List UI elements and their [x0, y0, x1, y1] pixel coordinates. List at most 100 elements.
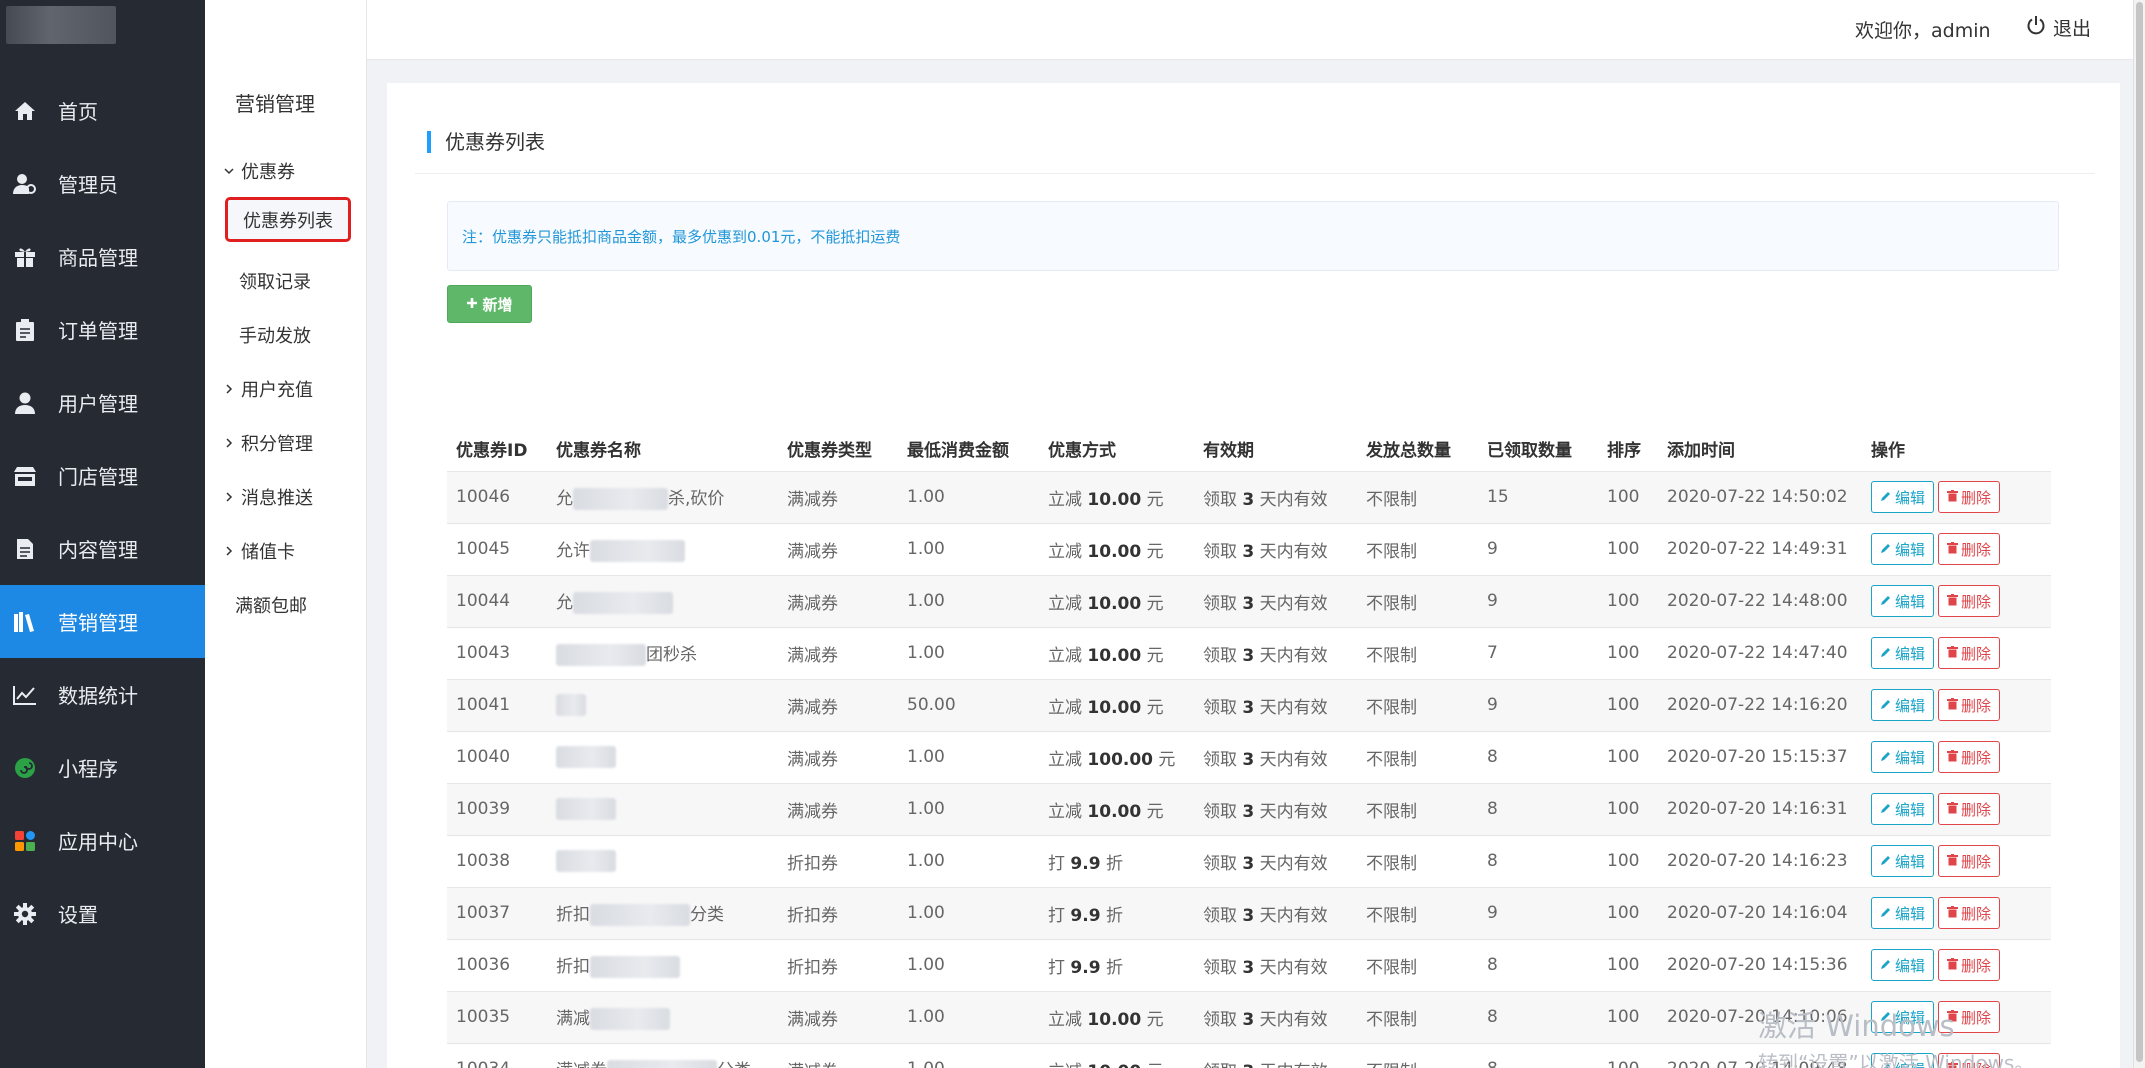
edit-button[interactable]: 编辑	[1871, 741, 1935, 773]
coupon-id: 10037	[447, 886, 547, 939]
vertical-scrollbar[interactable]	[2133, 0, 2145, 1068]
subnav-item-manual-issue[interactable]: 手动发放	[239, 322, 311, 348]
validity-days: 3	[1242, 1062, 1254, 1068]
total-quantity: 不限制	[1357, 1042, 1478, 1068]
sort-order: 100	[1598, 886, 1658, 939]
discount-method: 立减 10.00 元	[1039, 470, 1194, 523]
watermark-line-2: 转到“设置”以激活 Windows。	[1758, 1051, 2035, 1068]
sidebar-item-9[interactable]: 小程序	[0, 731, 205, 804]
edit-button[interactable]: 编辑	[1871, 845, 1935, 877]
min-spend: 50.00	[898, 678, 1039, 731]
subnav-group-push[interactable]: 消息推送	[223, 484, 313, 510]
claimed-quantity: 8	[1478, 782, 1598, 835]
validity-suffix: 天内有效	[1259, 853, 1328, 874]
coupon-type: 满减券	[778, 626, 898, 679]
discount-prefix: 立减	[1048, 541, 1082, 562]
discount-method: 打 9.9 折	[1039, 886, 1194, 939]
sidebar-item-11[interactable]: 设置	[0, 877, 205, 950]
table-row: 10044 允满减券 1.00 立减 10.00 元领取 3 天内有效 不限制 9 100 2…	[447, 574, 2051, 627]
sidebar-item-label: 营销管理	[58, 611, 138, 635]
sidebar-item-6[interactable]: 内容管理	[0, 512, 205, 585]
sidebar-item-5[interactable]: 门店管理	[0, 439, 205, 512]
subnav-item-free-shipping[interactable]: 满额包邮	[235, 592, 307, 618]
delete-button[interactable]: 删除	[1938, 897, 2001, 929]
validity-prefix: 领取	[1203, 801, 1237, 822]
sidebar-item-1[interactable]: 管理员	[0, 147, 205, 220]
delete-button[interactable]: 删除	[1938, 637, 2001, 669]
sort-order: 100	[1598, 990, 1658, 1043]
sidebar-item-3[interactable]: 订单管理	[0, 293, 205, 366]
subnav-group-stored-card[interactable]: 储值卡	[223, 538, 295, 564]
edit-button[interactable]: 编辑	[1871, 481, 1935, 513]
sidebar-item-0[interactable]: 首页	[0, 74, 205, 147]
delete-button[interactable]: 删除	[1938, 793, 2001, 825]
validity-prefix: 领取	[1203, 697, 1237, 718]
subnav-item-coupon-list[interactable]: 优惠券列表	[225, 197, 351, 242]
delete-button[interactable]: 删除	[1938, 845, 2001, 877]
edit-button[interactable]: 编辑	[1871, 533, 1935, 565]
column-header: 最低消费金额	[907, 440, 1009, 461]
discount-method: 立减 10.00 元	[1039, 1042, 1194, 1068]
sidebar-item-label: 首页	[58, 100, 98, 124]
discount-method: 立减 10.00 元	[1039, 626, 1194, 679]
scrollbar-thumb[interactable]	[2136, 2, 2143, 1062]
edit-button[interactable]: 编辑	[1871, 637, 1935, 669]
discount-unit: 元	[1146, 801, 1164, 822]
subnav-item-claim-records[interactable]: 领取记录	[239, 268, 311, 294]
pencil-icon	[1880, 800, 1892, 818]
edit-label: 编辑	[1895, 540, 1926, 559]
delete-button[interactable]: 删除	[1938, 949, 2001, 981]
coupon-list-card: 优惠券列表 注：优惠券只能抵扣商品金额，最多优惠到0.01元，不能抵扣运费 新增…	[387, 83, 2120, 1068]
validity: 领取 3 天内有效	[1194, 886, 1357, 939]
delete-button[interactable]: 删除	[1938, 741, 2001, 773]
sidebar-item-7[interactable]: 营销管理	[0, 585, 205, 658]
sidebar-item-2[interactable]: 商品管理	[0, 220, 205, 293]
row-actions: 编辑 删除	[1862, 626, 2051, 679]
sidebar-item-label: 设置	[58, 903, 98, 927]
sidebar-item-8[interactable]: 数据统计	[0, 658, 205, 731]
validity: 领取 3 天内有效	[1194, 678, 1357, 731]
delete-button[interactable]: 删除	[1938, 481, 2001, 513]
coupon-name-prefix: 满减	[556, 1009, 590, 1029]
sort-order: 100	[1598, 470, 1658, 523]
column-header: 优惠券名称	[556, 440, 641, 461]
edit-button[interactable]: 编辑	[1871, 585, 1935, 617]
sidebar-item-4[interactable]: 用户管理	[0, 366, 205, 439]
sidebar-item-label: 商品管理	[58, 246, 138, 270]
delete-button[interactable]: 删除	[1938, 533, 2001, 565]
edit-button[interactable]: 编辑	[1871, 897, 1935, 929]
main-sidebar: 首页管理员商品管理订单管理 用户管理 门店管理 内容管理营销管理数据统计 小程序 应用中心…	[0, 0, 205, 1068]
validity-days: 3	[1242, 645, 1255, 666]
coupon-type: 满减券	[778, 522, 898, 575]
add-coupon-button[interactable]: 新增	[447, 285, 532, 323]
validity: 领取 3 天内有效	[1194, 574, 1357, 627]
sidebar-item-10[interactable]: 应用中心	[0, 804, 205, 877]
edit-button[interactable]: 编辑	[1871, 689, 1935, 721]
gear-icon	[12, 902, 38, 925]
delete-label: 删除	[1961, 852, 1992, 871]
trash-icon	[1947, 696, 1959, 714]
document-icon	[12, 538, 38, 560]
subnav-group-coupon[interactable]: 优惠券	[223, 158, 295, 184]
validity-suffix: 天内有效	[1259, 905, 1328, 926]
delete-button[interactable]: 删除	[1938, 689, 2001, 721]
claimed-quantity: 8	[1478, 990, 1598, 1043]
logout-button[interactable]: 退出	[2025, 14, 2091, 41]
claimed-quantity: 7	[1478, 626, 1598, 679]
created-time: 2020-07-22 14:47:40	[1658, 626, 1862, 679]
subnav-group-user-recharge[interactable]: 用户充值	[223, 376, 313, 402]
subnav-group-points[interactable]: 积分管理	[223, 430, 313, 456]
delete-label: 删除	[1961, 592, 1992, 611]
welcome-text: 欢迎你，admin	[1855, 20, 1991, 42]
coupon-name: 允	[547, 574, 778, 627]
coupon-type: 满减券	[778, 990, 898, 1043]
coupon-name	[547, 782, 778, 835]
validity-prefix: 领取	[1203, 593, 1237, 614]
validity-days: 3	[1242, 905, 1255, 926]
coupon-name-suffix: 杀,砍价	[668, 489, 725, 509]
delete-button[interactable]: 删除	[1938, 585, 2001, 617]
edit-button[interactable]: 编辑	[1871, 793, 1935, 825]
edit-button[interactable]: 编辑	[1871, 949, 1935, 981]
claimed-quantity: 9	[1478, 886, 1598, 939]
coupon-id: 10034	[447, 1042, 547, 1068]
